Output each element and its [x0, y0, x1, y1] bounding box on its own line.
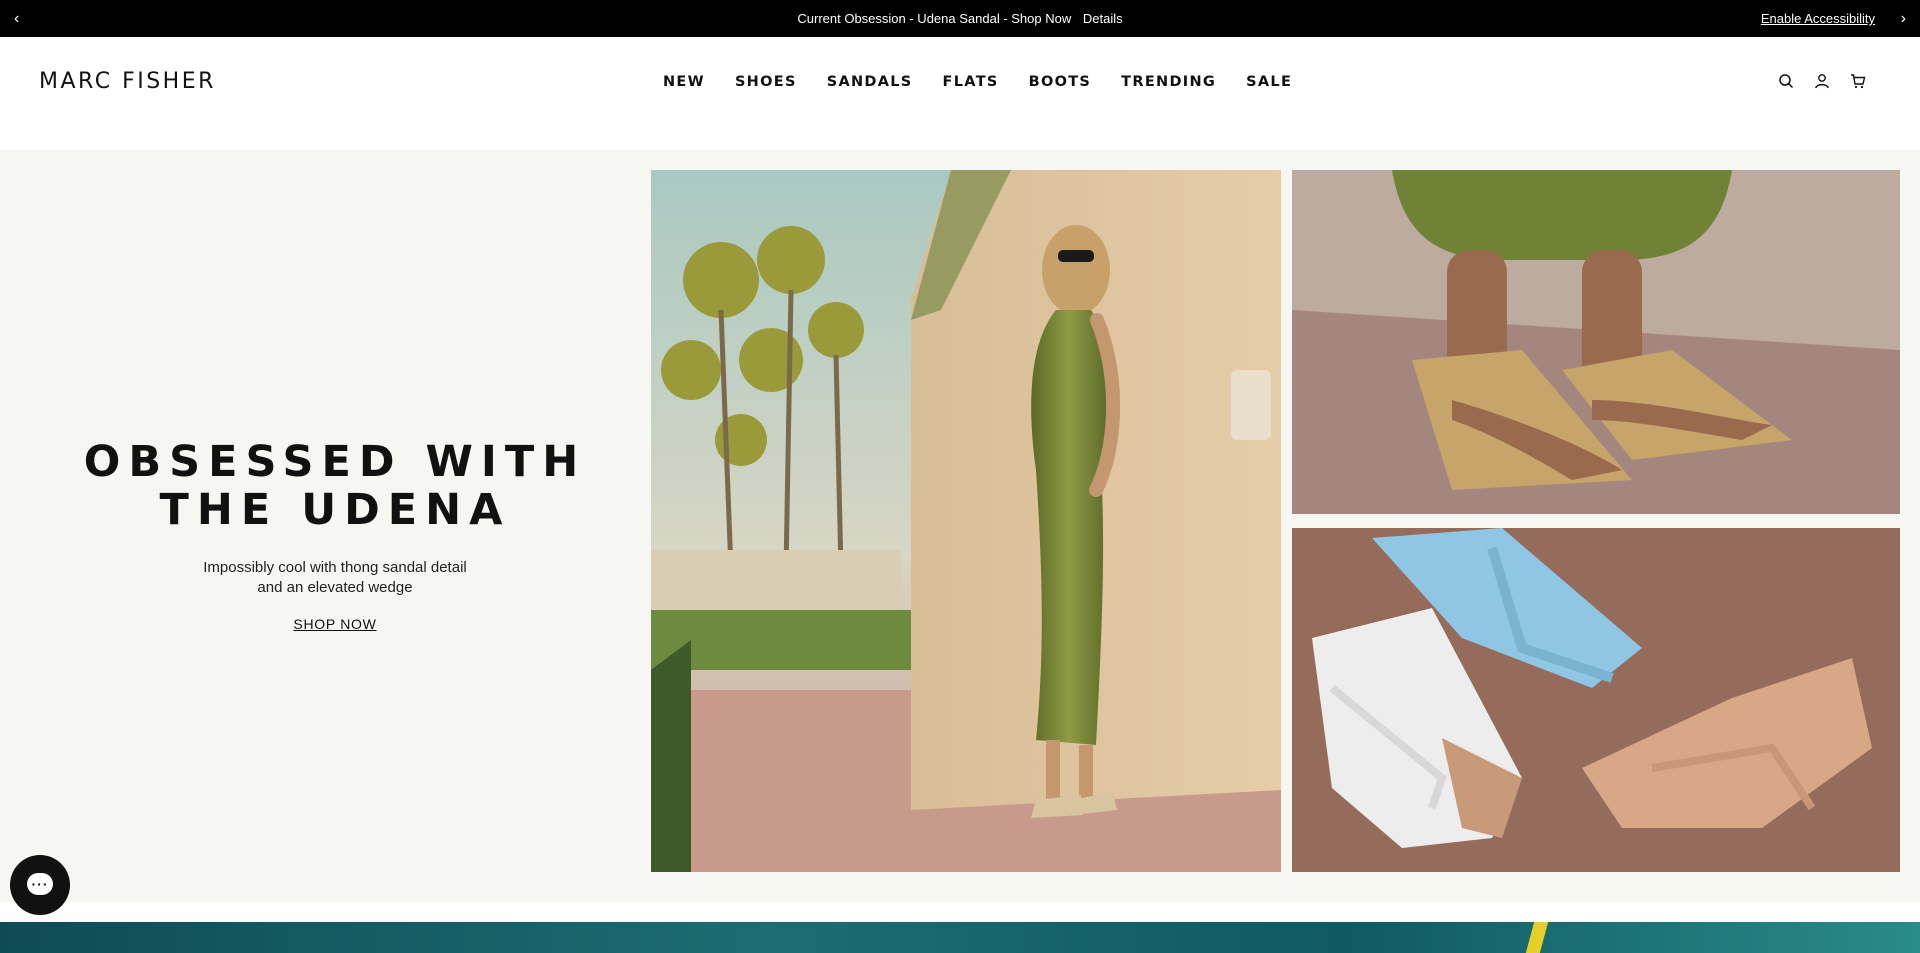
announcement-bar: ‹ Current Obsession - Udena Sandal - Sho… [0, 0, 1920, 37]
shop-now-link[interactable]: SHOP NOW [293, 616, 376, 632]
details-link[interactable]: Details [1083, 0, 1123, 37]
decorative-stripe [1525, 922, 1549, 953]
hero-image-sandals[interactable] [1292, 528, 1900, 872]
hero-image-model[interactable] [651, 170, 1281, 872]
hero-title-line2: THE UDENA [159, 485, 511, 535]
nav-new[interactable]: NEW [663, 74, 705, 98]
nav-shoes[interactable]: SHOES [735, 74, 797, 98]
nav-sandals[interactable]: SANDALS [827, 74, 913, 98]
nav-trending[interactable]: TRENDING [1121, 74, 1216, 98]
chat-bubble: ··· [27, 873, 53, 895]
cart-icon[interactable] [1850, 73, 1866, 89]
enable-accessibility-link[interactable]: Enable Accessibility [1761, 0, 1875, 37]
nav-boots[interactable]: BOOTS [1029, 74, 1092, 98]
hero-title: OBSESSED WITH THE UDENA [0, 438, 670, 534]
next-section-preview [0, 922, 1920, 953]
main-nav: NEW SHOES SANDALS FLATS BOOTS TRENDING S… [663, 74, 1322, 98]
hero-subtitle-line2: and an elevated wedge [257, 579, 413, 596]
nav-sale[interactable]: SALE [1246, 74, 1292, 98]
header-icons [1778, 73, 1866, 89]
search-icon[interactable] [1778, 73, 1794, 89]
hero-image-feet[interactable] [1292, 170, 1900, 514]
logo[interactable]: MARC FISHER [39, 69, 216, 94]
nav-flats[interactable]: FLATS [943, 74, 999, 98]
site-header: MARC FISHER NEW SHOES SANDALS FLATS BOOT… [0, 37, 1920, 150]
hero-subtitle: Impossibly cool with thong sandal detail… [0, 558, 670, 598]
hero-text: OBSESSED WITH THE UDENA Impossibly cool … [0, 438, 670, 634]
announcement-text[interactable]: Current Obsession - Udena Sandal - Shop … [797, 0, 1071, 37]
chevron-right-icon[interactable]: › [1901, 0, 1906, 37]
chat-dots: ··· [31, 876, 49, 892]
hero-subtitle-line1: Impossibly cool with thong sandal detail [203, 559, 467, 576]
hero-section: OBSESSED WITH THE UDENA Impossibly cool … [0, 150, 1920, 902]
chat-icon[interactable]: ··· [10, 855, 70, 915]
hero-title-line1: OBSESSED WITH [83, 437, 587, 487]
account-icon[interactable] [1814, 73, 1830, 89]
announcement: Current Obsession - Udena Sandal - Shop … [0, 0, 1920, 37]
